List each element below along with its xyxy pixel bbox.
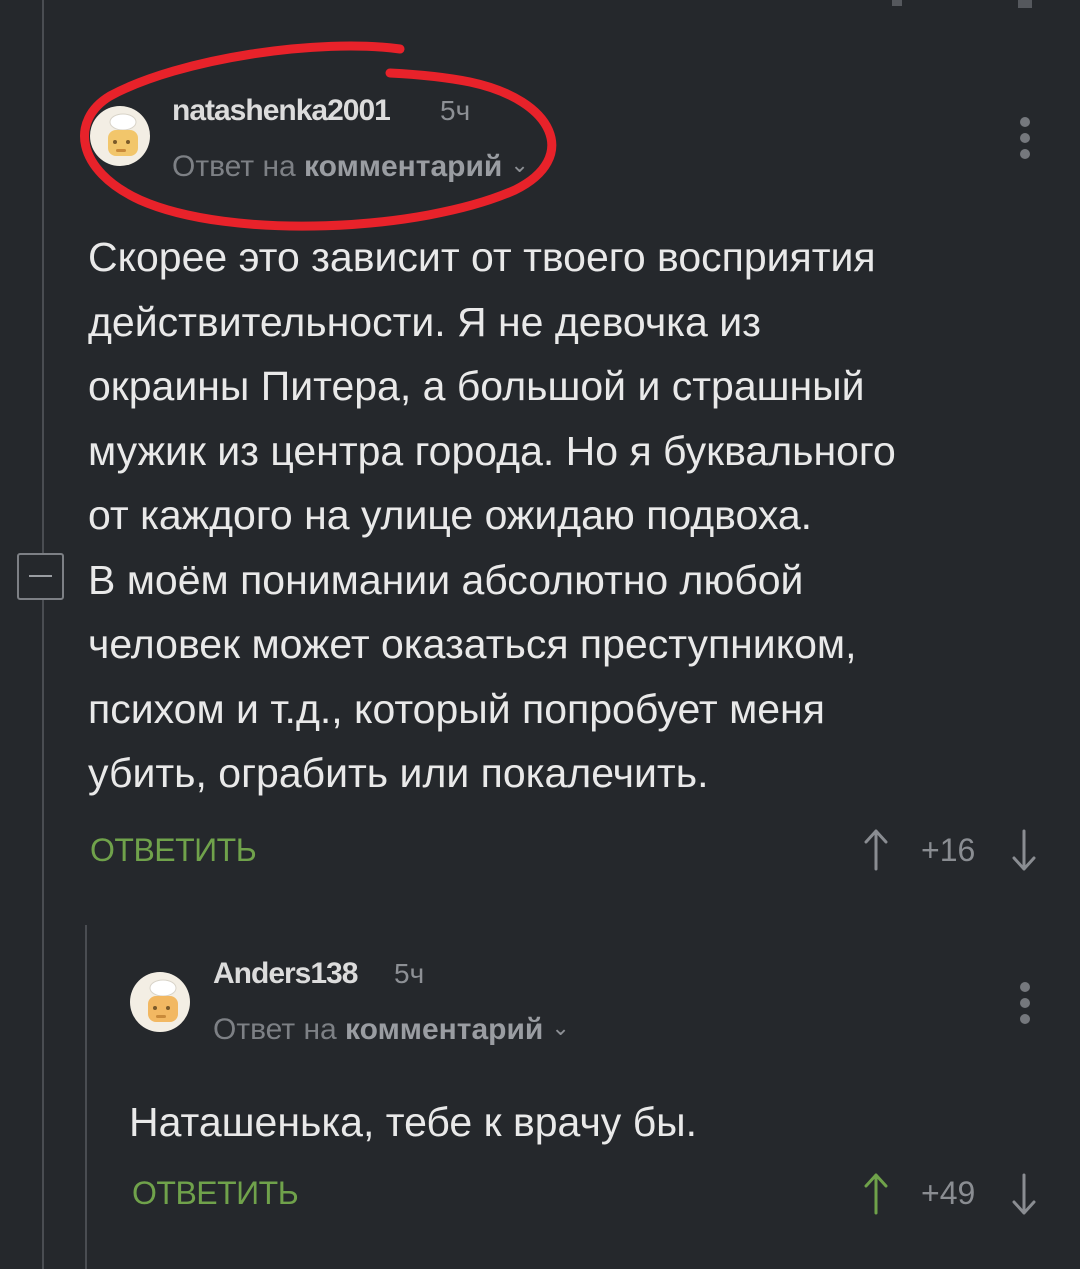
- avatar-chef-icon: [148, 979, 178, 1022]
- reply-button[interactable]: ОТВЕТИТЬ: [90, 832, 257, 869]
- upvote-arrow-icon[interactable]: [864, 829, 888, 871]
- reply-to-link[interactable]: Ответ на комментарий ⌄: [172, 150, 529, 184]
- downvote-arrow-icon[interactable]: [1012, 829, 1036, 871]
- chevron-down-icon: ⌄: [510, 152, 529, 177]
- timestamp: 5ч: [394, 958, 425, 989]
- reply-to-prefix: Ответ на: [172, 150, 305, 183]
- comment-body: Наташенька, тебе к врачу бы.: [129, 1099, 698, 1145]
- downvote-arrow-icon[interactable]: [1012, 1173, 1036, 1215]
- thread-line-root: [42, 0, 44, 1269]
- reply-to-link[interactable]: Ответ на комментарий ⌄: [213, 1013, 570, 1047]
- prev-vote-stub: [892, 0, 902, 6]
- avatar[interactable]: [130, 972, 190, 1032]
- comment-body: Скорее это зависит от твоего восприятия …: [88, 234, 896, 796]
- username[interactable]: natashenka2001: [172, 94, 391, 128]
- upvote-arrow-icon[interactable]: [864, 1173, 888, 1215]
- prev-vote-stub-2: [1018, 0, 1032, 8]
- username[interactable]: Anders138: [213, 957, 358, 991]
- reply-to-target: комментарий: [304, 150, 503, 183]
- rating-count: +16: [921, 832, 976, 868]
- avatar[interactable]: [90, 106, 150, 166]
- kebab-menu-icon[interactable]: [1018, 117, 1032, 165]
- rating-count: +49: [921, 1175, 976, 1211]
- timestamp: 5ч: [440, 95, 471, 126]
- thread-line-nested: [85, 925, 87, 1269]
- collapse-thread-button[interactable]: [17, 553, 64, 600]
- avatar-chef-icon: [108, 113, 138, 156]
- chevron-down-icon: ⌄: [551, 1015, 570, 1040]
- reply-to-target: комментарий: [345, 1013, 544, 1046]
- kebab-menu-icon[interactable]: [1018, 982, 1032, 1030]
- reply-button[interactable]: ОТВЕТИТЬ: [132, 1175, 299, 1212]
- reply-to-prefix: Ответ на: [213, 1013, 346, 1046]
